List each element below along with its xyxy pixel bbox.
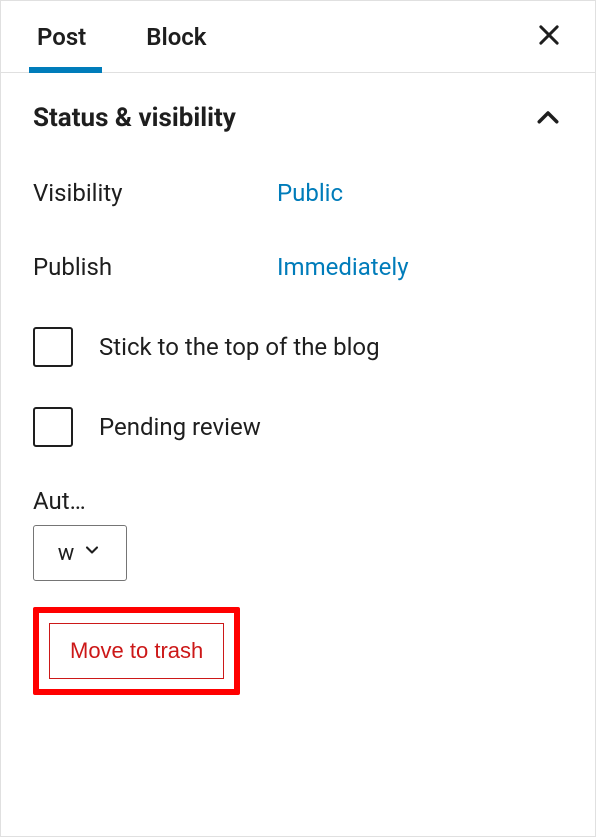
close-icon bbox=[535, 21, 563, 53]
pending-checkbox-row[interactable]: Pending review bbox=[33, 407, 563, 447]
settings-panel: Post Block Status & visibility Visibilit… bbox=[0, 0, 596, 837]
tab-block[interactable]: Block bbox=[130, 1, 222, 72]
pending-checkbox[interactable] bbox=[33, 407, 73, 447]
author-selected-value: w bbox=[58, 541, 75, 566]
author-select[interactable]: w bbox=[33, 525, 127, 581]
chevron-up-icon bbox=[533, 103, 563, 133]
settings-tabs: Post Block bbox=[1, 1, 595, 73]
trash-highlight-wrap: Move to trash bbox=[33, 607, 240, 695]
trash-button-label: Move to trash bbox=[70, 638, 203, 664]
tab-block-label: Block bbox=[146, 23, 206, 51]
pending-label: Pending review bbox=[99, 413, 261, 441]
author-block: Author w bbox=[33, 487, 563, 581]
annotation-highlight: Move to trash bbox=[33, 607, 240, 695]
publish-label: Publish bbox=[33, 253, 277, 281]
visibility-row: Visibility Public bbox=[33, 179, 563, 207]
tab-post-label: Post bbox=[37, 23, 86, 51]
author-label: Author bbox=[33, 487, 93, 515]
publish-value[interactable]: Immediately bbox=[277, 253, 409, 281]
status-visibility-section: Status & visibility Visibility Public Pu… bbox=[1, 73, 595, 711]
section-toggle[interactable]: Status & visibility bbox=[33, 103, 563, 133]
visibility-label: Visibility bbox=[33, 179, 277, 207]
move-to-trash-button[interactable]: Move to trash bbox=[49, 623, 224, 679]
chevron-down-icon bbox=[82, 540, 102, 566]
section-title: Status & visibility bbox=[33, 103, 236, 133]
sticky-checkbox-row[interactable]: Stick to the top of the blog bbox=[33, 327, 563, 367]
publish-row: Publish Immediately bbox=[33, 253, 563, 281]
tab-post[interactable]: Post bbox=[29, 1, 102, 72]
close-button[interactable] bbox=[531, 19, 567, 55]
sticky-label: Stick to the top of the blog bbox=[99, 333, 380, 361]
sticky-checkbox[interactable] bbox=[33, 327, 73, 367]
visibility-value[interactable]: Public bbox=[277, 179, 343, 207]
